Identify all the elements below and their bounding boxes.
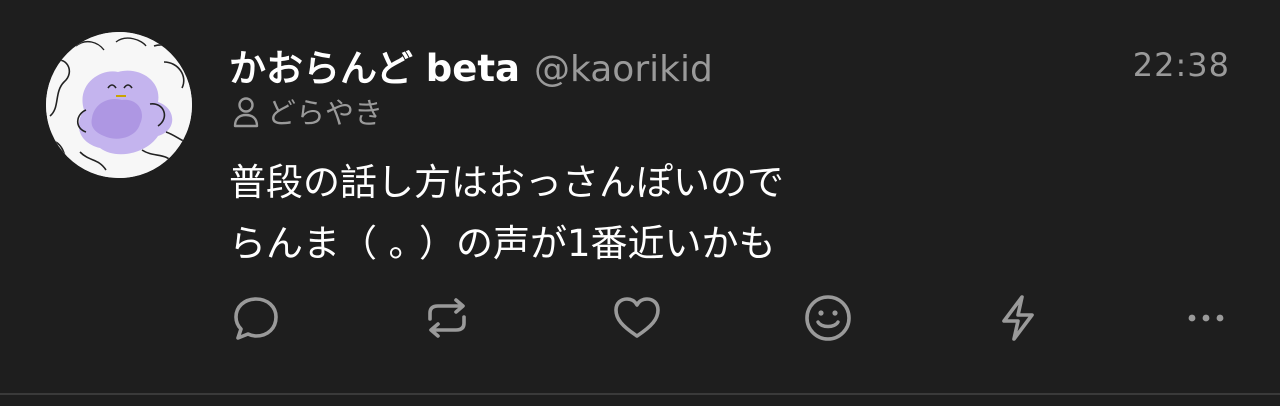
- avatar[interactable]: [46, 32, 192, 178]
- reply-icon: [234, 297, 278, 340]
- post-card[interactable]: かおらんど beta @kaorikid 22:38 どらやき 普段の話し方はお…: [0, 0, 1280, 393]
- lightning-icon: [1002, 295, 1034, 341]
- role-label: どらやき: [267, 96, 384, 130]
- more-button[interactable]: [1176, 288, 1236, 348]
- reply-button[interactable]: [226, 288, 286, 348]
- author-row: かおらんど beta @kaorikid: [229, 38, 713, 90]
- action-bar: [0, 288, 1280, 348]
- next-post-edge: [0, 395, 1280, 406]
- smile-icon: [805, 295, 851, 341]
- heart-icon: [614, 297, 660, 338]
- avatar-image: [46, 32, 192, 178]
- post-content: 普段の話し方はおっさんぽいので らんま（ ｡ ）の声が1番近いかも: [229, 161, 784, 265]
- more-icon: [1188, 314, 1224, 322]
- person-icon: [231, 94, 261, 128]
- role-badge: どらやき: [231, 90, 383, 132]
- like-button[interactable]: [607, 288, 667, 348]
- reaction-button[interactable]: [798, 288, 858, 348]
- author-handle[interactable]: @kaorikid: [534, 49, 713, 90]
- repost-icon: [428, 298, 466, 338]
- boost-button[interactable]: [988, 288, 1048, 348]
- author-display-name[interactable]: かおらんど beta: [229, 38, 520, 92]
- repost-button[interactable]: [417, 288, 477, 348]
- timestamp[interactable]: 22:38: [1133, 46, 1230, 84]
